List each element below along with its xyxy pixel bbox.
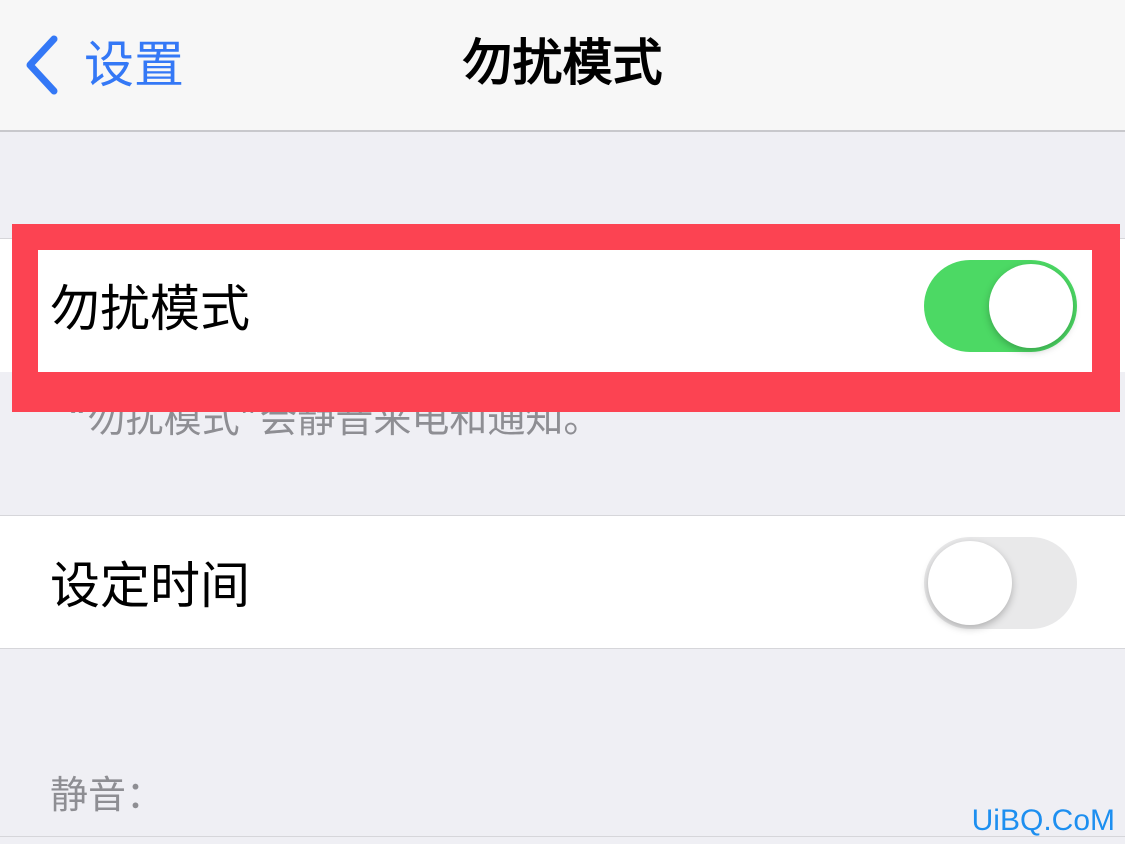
divider (0, 836, 1125, 837)
scheduled-label: 设定时间 (50, 557, 250, 615)
scheduled-row: 设定时间 (0, 515, 1125, 649)
watermark: UiBQ.CoM (971, 804, 1115, 837)
do-not-disturb-label: 勿扰模式 (50, 280, 250, 338)
scheduled-toggle[interactable] (924, 537, 1077, 629)
do-not-disturb-row: 勿扰模式 (0, 238, 1125, 372)
do-not-disturb-description: “勿扰模式”会静音来电和通知。 (68, 397, 602, 441)
toggle-knob (928, 541, 1012, 625)
page-title: 勿扰模式 (462, 34, 663, 92)
do-not-disturb-toggle[interactable] (924, 260, 1077, 352)
silence-section-header: 静音： (50, 773, 165, 817)
toggle-knob (989, 264, 1073, 348)
navigation-bar: 设置 勿扰模式 (0, 0, 1125, 132)
